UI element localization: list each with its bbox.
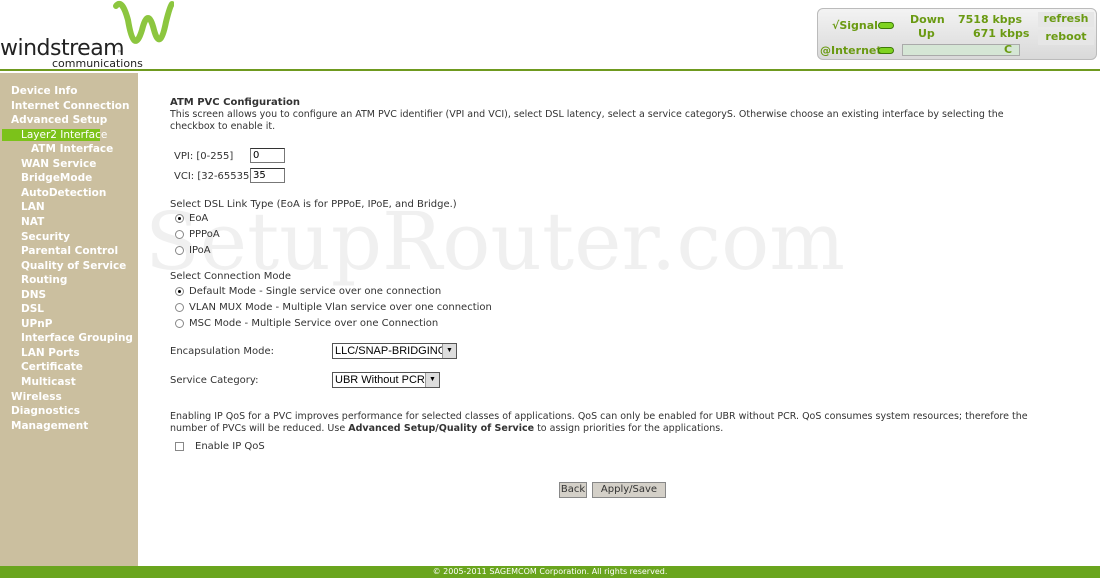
page-description: This screen allows you to configure an A… [170,109,1004,132]
conn-mode-label: Select Connection Mode [170,271,292,282]
footer: © 2005-2011 SAGEMCOM Corporation. All ri… [0,566,1100,578]
down-rate: 7518 kbps [958,13,1023,26]
sidebar-item-advanced-setup[interactable]: Advanced Setup [11,114,107,126]
conn-mode-label: Default Mode - Single service over one c… [189,286,442,297]
apply-save-button[interactable]: Apply/Save [592,482,666,498]
down-label: Down [910,13,945,26]
signal-label: √Signal [832,19,878,32]
back-button[interactable]: Back [559,482,587,498]
sidebar-item-upnp[interactable]: UPnP [21,318,52,330]
conn-mode-radio[interactable] [175,303,184,312]
link-type-radio[interactable] [175,230,184,239]
sidebar-item-lan-ports[interactable]: LAN Ports [21,347,80,359]
sidebar-item-nat[interactable]: NAT [21,216,44,228]
sidebar-item-multicast[interactable]: Multicast [21,376,76,388]
conn-mode-label: VLAN MUX Mode - Multiple Vlan service ov… [189,302,492,313]
conn-mode-radio[interactable] [175,319,184,328]
sidebar-item-wan-service[interactable]: WAN Service [21,158,96,170]
qos-text-end: to assign priorities for the application… [534,423,724,434]
up-label: Up [918,27,935,40]
internet-label: @Internet [820,44,882,57]
service-category-value: UBR Without PCR [335,374,425,386]
sidebar-item-parental-control[interactable]: Parental Control [21,245,118,257]
trademark: ™ [117,50,123,57]
link-type-radio[interactable] [175,246,184,255]
sidebar-item-layer2-interface[interactable]: Layer2 Interface [2,128,107,141]
sidebar-item-wireless[interactable]: Wireless [11,391,62,403]
internet-led-icon [878,47,894,54]
link-type-radio[interactable] [175,214,184,223]
link-type-label: PPPoA [189,229,220,240]
vpi-input[interactable] [250,148,285,163]
status-panel: √Signal @Internet C Down Up 7518 kbps 67… [817,8,1097,60]
signal-led-icon [878,22,894,29]
sidebar-item-interface-grouping[interactable]: Interface Grouping [21,332,133,344]
service-label: Service Category: [170,375,259,386]
sidebar-item-dns[interactable]: DNS [21,289,46,301]
conn-mode-radio[interactable] [175,287,184,296]
sidebar-item-quality-of-service[interactable]: Quality of Service [21,260,126,272]
sidebar-nav: Device Info Internet Connection Advanced S… [0,73,138,566]
chevron-down-icon: ▼ [425,373,439,387]
encap-label: Encapsulation Mode: [170,346,275,357]
enable-qos-label: Enable IP QoS [195,441,265,452]
encapsulation-select[interactable]: LLC/SNAP-BRIDGING ▼ [332,343,457,359]
refresh-button[interactable]: refresh [1038,12,1094,27]
vci-input[interactable] [250,168,285,183]
sidebar-item-security[interactable]: Security [21,231,70,243]
sidebar-item-device-info[interactable]: Device Info [11,85,77,97]
windstream-logo: windstream ™ communications [0,0,180,70]
sidebar-item-internet-connection[interactable]: Internet Connection [11,100,130,112]
enable-qos-checkbox[interactable] [175,442,184,451]
sidebar-item-dsl[interactable]: DSL [21,303,44,315]
logo-tagline: communications [52,57,143,70]
encapsulation-value: LLC/SNAP-BRIDGING [335,345,447,357]
chevron-down-icon: ▼ [442,344,456,358]
sidebar-item-atm-interface[interactable]: ATM Interface [31,143,113,155]
sidebar-item-management[interactable]: Management [11,420,88,432]
vpi-label: VPI: [0-255] [174,151,234,162]
sidebar-item-diagnostics[interactable]: Diagnostics [11,405,80,417]
vci-label: VCI: [32-65535] [174,171,254,182]
link-type-label: Select DSL Link Type (EoA is for PPPoE, … [170,199,457,210]
link-type-label: EoA [189,213,209,224]
conn-mode-label: MSC Mode - Multiple Service over one Con… [189,318,439,329]
sidebar-item-routing[interactable]: Routing [21,274,67,286]
sidebar-item-lan[interactable]: LAN [21,201,45,213]
service-category-select[interactable]: UBR Without PCR ▼ [332,372,440,388]
reboot-button[interactable]: reboot [1038,30,1094,45]
qos-description: Enabling IP QoS for a PVC improves perfo… [170,411,1055,435]
sidebar-item-bridgemode[interactable]: BridgeMode [21,172,92,184]
up-rate: 671 kbps [973,27,1030,40]
sidebar-item-autodetection[interactable]: AutoDetection [21,187,106,199]
sidebar-item-certificate[interactable]: Certificate [21,361,83,373]
link-type-label: IPoA [189,245,211,256]
connection-indicator: C [1004,43,1013,56]
qos-link: Advanced Setup/Quality of Service [348,423,535,434]
header: windstream ™ communications √Signal @Int… [0,0,1100,71]
page-title: ATM PVC Configuration [170,97,300,108]
